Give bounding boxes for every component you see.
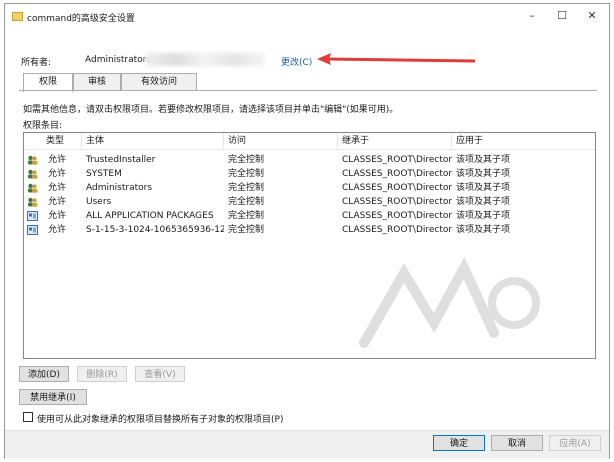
title-bar[interactable]: command的高级安全设置 – ☐ ✕	[5, 4, 609, 30]
disable-inheritance-button[interactable]: 禁用继承(I)	[19, 389, 87, 405]
cell-applies: 该项及其子项	[456, 225, 511, 235]
cell-principal: Administrators	[86, 183, 153, 193]
permission-entries-label: 权限条目:	[23, 121, 63, 131]
cell-principal: S-1-15-3-1024-1065365936-128...	[86, 225, 224, 235]
dialog-footer: 确定 取消 应用(A)	[5, 431, 609, 459]
change-owner-link[interactable]: 更改(C)	[281, 55, 312, 68]
owner-label: 所有者:	[21, 58, 52, 68]
list-header: 类型 主体 访问 继承于 应用于	[24, 133, 595, 150]
table-row[interactable]: 允许 SYSTEM 完全控制 CLASSES_ROOT\Directory... 该项及…	[24, 167, 595, 181]
table-row[interactable]: 允许 TrustedInstaller 完全控制 CLASSES_ROOT\Direc…	[24, 153, 595, 167]
users-icon	[27, 155, 38, 165]
ok-button[interactable]: 确定	[433, 435, 485, 451]
tab-effective-access[interactable]: 有效访问	[121, 73, 197, 90]
cell-inherited: CLASSES_ROOT\Directory...	[342, 169, 452, 179]
cell-access: 完全控制	[228, 197, 265, 207]
cell-access: 完全控制	[228, 225, 265, 235]
redacted-owner-detail	[145, 53, 265, 66]
minimize-button[interactable]: –	[521, 8, 543, 24]
cell-access: 完全控制	[228, 183, 265, 193]
cell-principal: SYSTEM	[86, 169, 122, 179]
cell-principal: Users	[86, 197, 112, 207]
users-icon	[27, 197, 38, 207]
cell-inherited: CLASSES_ROOT\Directory...	[342, 197, 452, 207]
column-header-principal[interactable]: 主体	[82, 133, 224, 149]
cell-access: 完全控制	[228, 169, 265, 179]
replace-child-permissions-label: 使用可从此对象继承的权限项目替换所有子对象的权限项目(P)	[37, 415, 284, 425]
table-row[interactable]: 允许 Administrators 完全控制 CLASSES_ROOT\Directo…	[24, 181, 595, 195]
cell-type: 允许	[48, 197, 67, 207]
replace-child-permissions-checkbox[interactable]	[23, 412, 33, 422]
info-text: 如需其他信息，请双击权限项目。若要修改权限项目，请选择该项目并单击"编辑"(如果…	[23, 105, 399, 115]
table-row[interactable]: 允许 Users 完全控制 CLASSES_ROOT\Directory... 该项及其…	[24, 195, 595, 209]
cell-inherited: CLASSES_ROOT\Directory...	[342, 211, 452, 221]
cell-applies: 该项及其子项	[456, 155, 511, 165]
cell-applies: 该项及其子项	[456, 183, 511, 193]
cell-access: 完全控制	[228, 211, 265, 221]
cell-inherited: CLASSES_ROOT\Directory...	[342, 183, 452, 193]
owner-name: Administrators	[85, 55, 152, 65]
column-header-applies-to[interactable]: 应用于	[452, 133, 596, 149]
cell-type: 允许	[48, 169, 67, 179]
table-row[interactable]: 允许 ALL APPLICATION PACKAGES 完全控制 CLASSES_RO…	[24, 209, 595, 223]
cell-applies: 该项及其子项	[456, 211, 511, 221]
add-button[interactable]: 添加(D)	[19, 366, 69, 382]
cell-principal: TrustedInstaller	[86, 155, 156, 165]
remove-button[interactable]: 删除(R)	[77, 366, 127, 382]
users-icon	[27, 169, 38, 179]
column-header-type[interactable]: 类型	[42, 133, 82, 149]
tab-divider	[19, 90, 597, 91]
package-icon	[27, 211, 38, 221]
security-settings-window: command的高级安全设置 – ☐ ✕ 所有者: Administrators…	[4, 3, 610, 459]
users-icon	[27, 183, 38, 193]
cell-applies: 该项及其子项	[456, 169, 511, 179]
table-row[interactable]: 允许 S-1-15-3-1024-1065365936-128... 完全控制 CLA…	[24, 223, 595, 237]
permission-entries-list[interactable]: 类型 主体 访问 继承于 应用于 允许 TrustedInstaller 完全控制 C…	[23, 132, 596, 359]
cell-type: 允许	[48, 183, 67, 193]
cell-applies: 该项及其子项	[456, 197, 511, 207]
cell-inherited: CLASSES_ROOT\Directory...	[342, 155, 452, 165]
cell-access: 完全控制	[228, 155, 265, 165]
cell-principal: ALL APPLICATION PACKAGES	[86, 211, 214, 221]
apply-button[interactable]: 应用(A)	[549, 435, 601, 451]
watermark-logo	[359, 256, 540, 348]
cell-type: 允许	[48, 225, 67, 235]
folder-icon	[12, 12, 23, 21]
column-header-inherited-from[interactable]: 继承于	[338, 133, 452, 149]
red-arrow-annotation	[317, 53, 476, 65]
tab-auditing[interactable]: 审核	[73, 73, 121, 90]
cancel-button[interactable]: 取消	[491, 435, 543, 451]
view-button[interactable]: 查看(V)	[135, 366, 185, 382]
cell-inherited: CLASSES_ROOT\Directory...	[342, 225, 452, 235]
cell-type: 允许	[48, 211, 67, 221]
window-title: command的高级安全设置	[27, 14, 135, 24]
column-header-access[interactable]: 访问	[224, 133, 338, 149]
package-icon	[27, 225, 38, 235]
maximize-button[interactable]: ☐	[551, 8, 573, 24]
cell-type: 允许	[48, 155, 67, 165]
close-button[interactable]: ✕	[581, 8, 603, 24]
